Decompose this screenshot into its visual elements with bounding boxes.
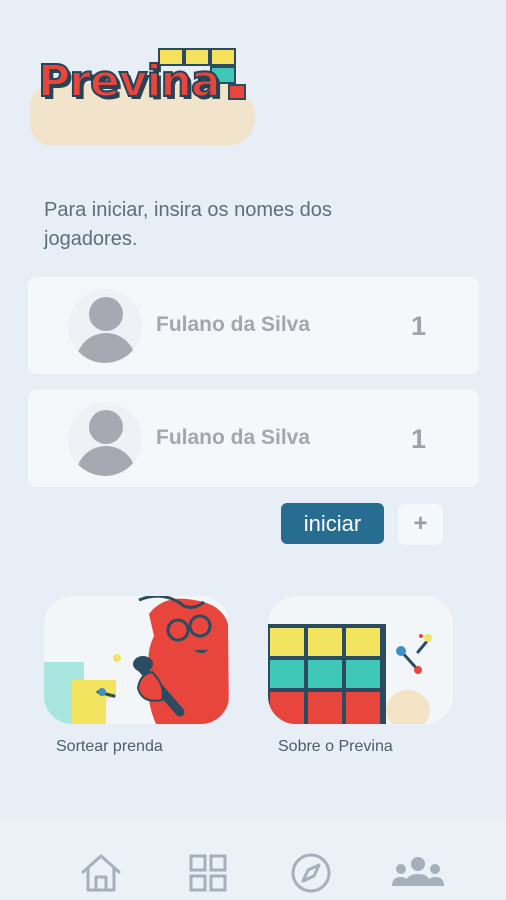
karaoke-illustration bbox=[44, 596, 229, 724]
start-button[interactable]: iniciar bbox=[281, 503, 384, 544]
avatar-icon bbox=[68, 289, 142, 363]
grid-icon[interactable] bbox=[185, 850, 231, 896]
group-icon[interactable] bbox=[390, 850, 446, 896]
bottom-nav bbox=[0, 820, 506, 900]
logo-text: Previna bbox=[37, 55, 222, 108]
compass-icon[interactable] bbox=[288, 850, 334, 896]
feature-label-prize[interactable]: Sortear prenda bbox=[56, 738, 163, 756]
home-icon[interactable] bbox=[78, 850, 124, 896]
blocks-illustration bbox=[268, 624, 432, 724]
intro-text: Para iniciar, insira os nomes dos jogado… bbox=[44, 199, 332, 250]
player-card[interactable]: Fulano da Silva 1 bbox=[28, 277, 479, 374]
feature-card-about[interactable] bbox=[268, 596, 453, 724]
player-number: 1 bbox=[411, 311, 427, 341]
player-name[interactable]: Fulano da Silva bbox=[156, 313, 310, 337]
feature-label-about[interactable]: Sobre o Previna bbox=[278, 738, 393, 756]
avatar-icon bbox=[68, 402, 142, 476]
player-card[interactable]: Fulano da Silva 1 bbox=[28, 390, 479, 487]
player-name[interactable]: Fulano da Silva bbox=[156, 426, 310, 450]
player-number: 1 bbox=[411, 424, 427, 454]
add-player-button[interactable]: + bbox=[398, 504, 443, 545]
feature-card-prize[interactable] bbox=[44, 596, 229, 724]
app-logo: Previna bbox=[30, 42, 260, 146]
